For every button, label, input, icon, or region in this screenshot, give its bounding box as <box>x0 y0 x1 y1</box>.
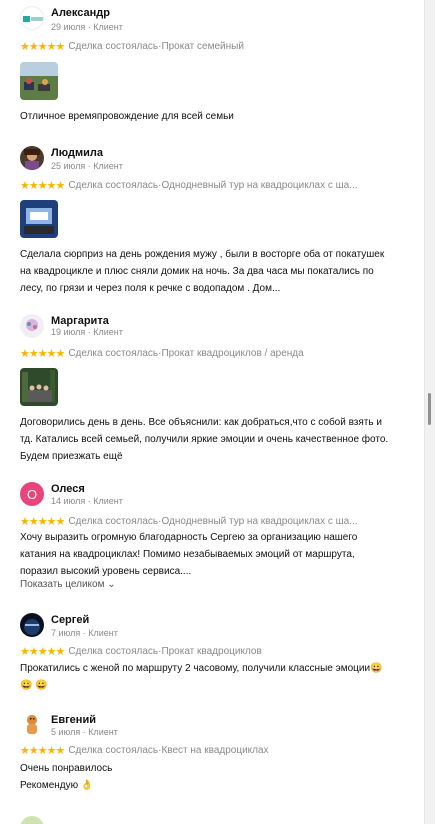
review-card: Сергей 7 июля · Клиент ★★★★★ Сделка сост… <box>0 606 425 706</box>
reviewer-name[interactable]: Олеся <box>51 483 85 495</box>
review-photo[interactable] <box>20 368 58 406</box>
review-text: Сделала сюрприз на день рождения мужу , … <box>20 249 385 294</box>
star-rating: ★★★★★ <box>20 515 65 528</box>
reviewer-name[interactable]: Евгений <box>51 714 96 726</box>
reviewer-name[interactable]: Сергей <box>51 614 89 626</box>
reviewer-role: Клиент <box>93 496 123 506</box>
review-meta: 14 июля · Клиент <box>51 496 123 506</box>
deal-status: Сделка состоялась <box>68 347 159 359</box>
star-rating: ★★★★★ <box>20 645 65 658</box>
reviewer-role: Клиент <box>93 22 123 32</box>
review-text: Договорились день в день. Все объяснили:… <box>20 417 389 462</box>
reviewer-name[interactable]: Маргарита <box>51 315 109 327</box>
review-text: Прокатились с женой по маршруту 2 часово… <box>20 663 383 691</box>
review-date: 5 июля <box>51 727 81 737</box>
avatar[interactable] <box>20 146 44 170</box>
review-date: 29 июля <box>51 22 86 32</box>
service-name: Однодневный тур на квадроциклах с ша... <box>161 515 358 527</box>
reviewer-name[interactable]: Людмила <box>51 147 103 159</box>
review-card: Александр 29 июля · Клиент ★★★★★ Сделка … <box>0 0 425 140</box>
rating-row: ★★★★★ Сделка состоялась · Прокат квадроц… <box>20 347 304 360</box>
reviewer-role: Клиент <box>88 727 118 737</box>
deal-status: Сделка состоялась <box>68 40 159 52</box>
reviewer-role: Клиент <box>88 628 118 638</box>
review-meta: 7 июля · Клиент <box>51 628 118 638</box>
company-logo-icon <box>23 16 43 22</box>
review-date: 7 июля <box>51 628 81 638</box>
review-meta: 25 июля · Клиент <box>51 161 123 171</box>
deal-status: Сделка состоялась <box>68 515 159 527</box>
star-rating: ★★★★★ <box>20 179 65 192</box>
review-text: Хочу выразить огромную благодарность Сер… <box>20 532 358 577</box>
deal-status: Сделка состоялась <box>68 744 159 756</box>
deal-status: Сделка состоялась <box>68 179 159 191</box>
review-card: О Олеся 14 июля · Клиент ★★★★★ Сделка со… <box>0 476 425 606</box>
deal-status: Сделка состоялась <box>68 645 159 657</box>
review-card: Маргарита 19 июля · Клиент ★★★★★ Сделка … <box>0 308 425 476</box>
review-date: 25 июля <box>51 161 86 171</box>
star-rating: ★★★★★ <box>20 744 65 757</box>
review-text-line: Рекомендую 👌 <box>20 780 94 791</box>
avatar[interactable] <box>20 613 44 637</box>
rating-row: ★★★★★ Сделка состоялась · Однодневный ту… <box>20 515 358 528</box>
review-date: 19 июля <box>51 327 86 337</box>
review-date: 14 июля <box>51 496 86 506</box>
service-name: Прокат квадроциклов / аренда <box>161 347 304 359</box>
scrollbar[interactable] <box>425 0 435 824</box>
reviewer-role: Клиент <box>93 327 123 337</box>
avatar-letter: О <box>26 486 38 502</box>
service-name: Однодневный тур на квадроциклах с ша... <box>161 179 358 191</box>
rating-row: ★★★★★ Сделка состоялась · Прокат квадроц… <box>20 645 262 658</box>
rating-row: ★★★★★ Сделка состоялась · Однодневный ту… <box>20 179 358 192</box>
avatar[interactable] <box>20 314 44 338</box>
reviewer-name[interactable]: Александр <box>51 7 110 19</box>
rating-row: ★★★★★ Сделка состоялась · Прокат семейны… <box>20 40 244 53</box>
review-text: Отличное времяпровождение для всей семьи <box>20 111 234 122</box>
service-name: Прокат семейный <box>161 40 244 52</box>
star-rating: ★★★★★ <box>20 40 65 53</box>
avatar[interactable] <box>20 6 44 30</box>
review-meta: 19 июля · Клиент <box>51 327 123 337</box>
reviewer-role: Клиент <box>93 161 123 171</box>
rating-row: ★★★★★ Сделка состоялась · Квест на квадр… <box>20 744 269 757</box>
review-card: Евгений 5 июля · Клиент ★★★★★ Сделка сос… <box>0 706 425 816</box>
review-card: Людмила 25 июля · Клиент ★★★★★ Сделка со… <box>0 140 425 308</box>
avatar[interactable]: О <box>20 482 44 506</box>
scrollbar-thumb[interactable] <box>428 393 431 425</box>
avatar[interactable] <box>20 816 44 824</box>
show-full-link[interactable]: Показать целиком ⌄ <box>20 579 116 590</box>
review-meta: 5 июля · Клиент <box>51 727 118 737</box>
review-meta: 29 июля · Клиент <box>51 22 123 32</box>
review-photo[interactable] <box>20 200 58 238</box>
avatar[interactable] <box>20 712 44 736</box>
review-text-line: Очень понравилось <box>20 763 113 774</box>
review-photo[interactable] <box>20 62 58 100</box>
star-rating: ★★★★★ <box>20 347 65 360</box>
service-name: Квест на квадроциклах <box>161 744 269 756</box>
service-name: Прокат квадроциклов <box>161 645 262 657</box>
